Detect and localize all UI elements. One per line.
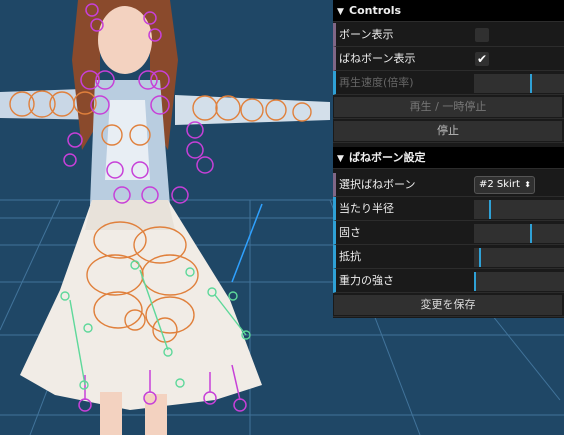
drag-slider-fill xyxy=(474,248,482,267)
chevron-down-icon: ▼ xyxy=(337,154,344,164)
spring-bone-display-checkbox[interactable]: ✔ xyxy=(475,52,489,66)
play-pause-button[interactable]: 再生 / 一時停止 xyxy=(334,97,562,117)
bone-display-row: ボーン表示 xyxy=(333,23,564,47)
gravity-label: 重力の強さ xyxy=(339,274,394,287)
controls-folder-header[interactable]: ▼ Controls xyxy=(333,0,564,22)
select-bone-value: #2 Skirt xyxy=(479,179,520,190)
select-caret-icon: ⬍ xyxy=(524,180,531,189)
checkmark-icon: ✔ xyxy=(477,52,488,66)
playback-speed-label: 再生速度(倍率) xyxy=(339,76,414,89)
play-pause-row: 再生 / 一時停止 xyxy=(333,95,564,119)
drag-row: 抵抗 xyxy=(333,245,564,269)
drag-slider[interactable] xyxy=(474,248,564,267)
select-bone-row: 選択ばねボーン #2 Skirt ⬍ xyxy=(333,173,564,197)
controls-folder-title: Controls xyxy=(349,4,402,17)
playback-speed-row: 再生速度(倍率) xyxy=(333,71,564,95)
stiffness-row: 固さ xyxy=(333,221,564,245)
stiffness-label: 固さ xyxy=(339,226,361,239)
playback-speed-slider[interactable] xyxy=(474,74,564,93)
spring-settings-folder-header[interactable]: ▼ ばねボーン設定 xyxy=(333,147,564,169)
axis-line xyxy=(231,203,263,283)
hit-radius-label: 当たり半径 xyxy=(339,202,394,215)
select-bone-label: 選択ばねボーン xyxy=(339,178,416,191)
stiffness-slider[interactable] xyxy=(474,224,564,243)
stiffness-slider-fill xyxy=(474,224,532,243)
spring-bone-display-label: ばねボーン表示 xyxy=(339,52,416,65)
spring-bone-display-row: ばねボーン表示 ✔ xyxy=(333,47,564,71)
bone-display-label: ボーン表示 xyxy=(339,28,394,41)
hit-radius-slider-fill xyxy=(474,200,491,219)
bone-display-checkbox[interactable] xyxy=(475,28,489,42)
hit-radius-row: 当たり半径 xyxy=(333,197,564,221)
spring-settings-folder-title: ばねボーン設定 xyxy=(349,151,426,164)
chevron-down-icon: ▼ xyxy=(337,7,344,17)
drag-label: 抵抗 xyxy=(339,250,361,263)
gravity-slider[interactable] xyxy=(473,272,564,291)
stop-row: 停止 xyxy=(333,119,564,143)
gravity-slider-fill xyxy=(473,272,476,291)
hit-radius-slider[interactable] xyxy=(474,200,564,219)
select-bone-dropdown[interactable]: #2 Skirt ⬍ xyxy=(474,176,535,194)
save-changes-button[interactable]: 変更を保存 xyxy=(334,295,562,315)
gravity-row: 重力の強さ xyxy=(333,269,564,293)
save-row: 変更を保存 xyxy=(333,293,564,317)
playback-speed-slider-fill xyxy=(474,74,532,93)
stop-button[interactable]: 停止 xyxy=(334,121,562,141)
controls-panel: ▼ Controls ボーン表示 ばねボーン表示 ✔ 再生速度(倍率) 再生 / … xyxy=(333,0,564,318)
